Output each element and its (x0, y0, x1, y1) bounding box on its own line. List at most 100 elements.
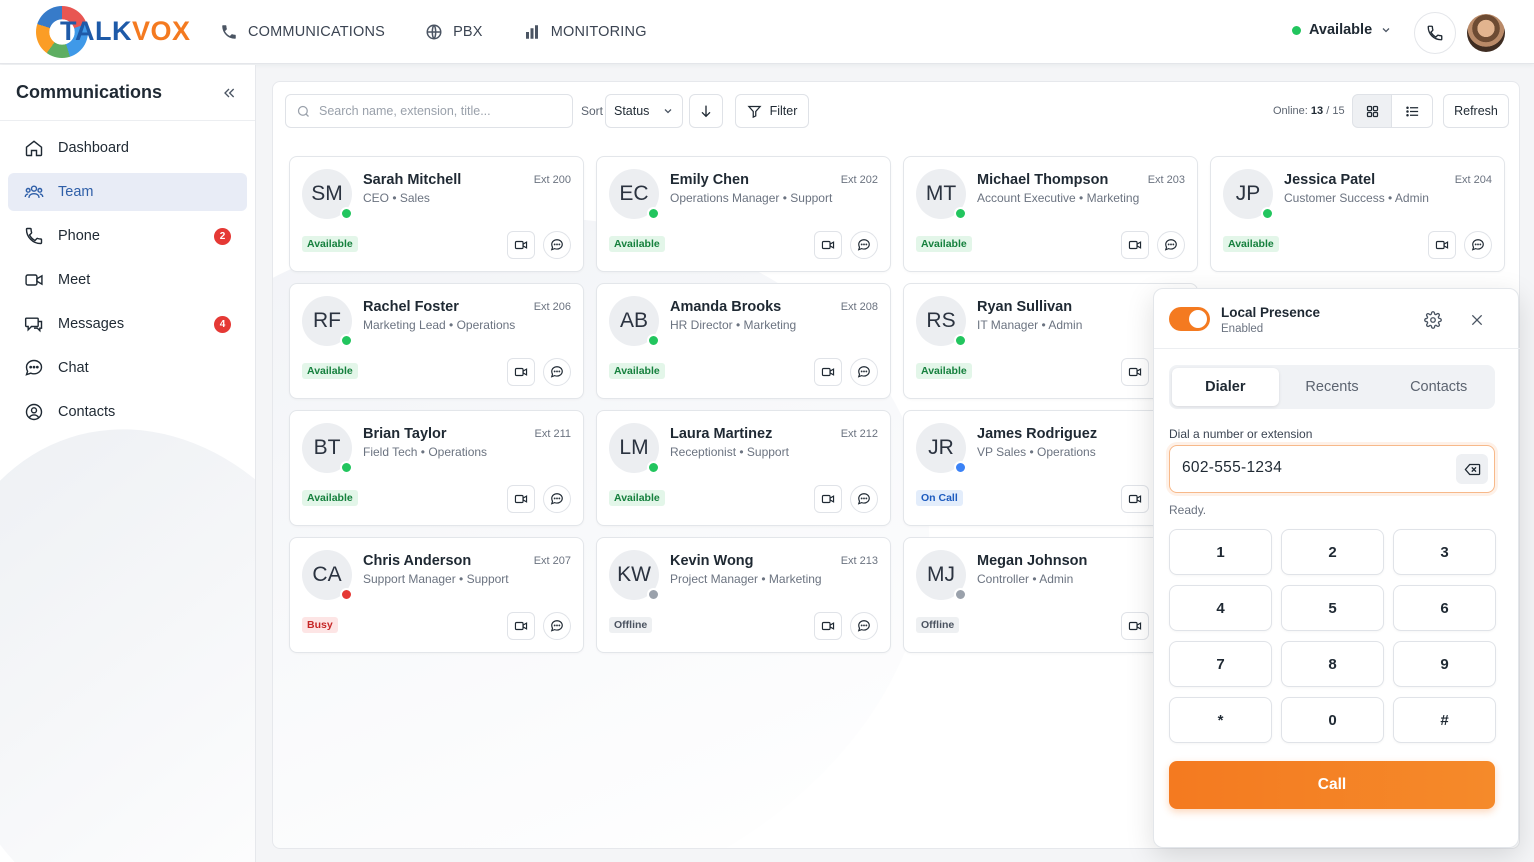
chevron-down-icon (664, 109, 672, 114)
tab-contacts[interactable]: Contacts (1385, 368, 1492, 406)
video-call-button[interactable] (814, 485, 842, 513)
video-call-button[interactable] (1121, 231, 1149, 259)
keypad-key[interactable]: 5 (1281, 585, 1384, 631)
chat-icon (550, 366, 563, 378)
keypad-key[interactable]: 2 (1281, 529, 1384, 575)
chat-button[interactable] (543, 612, 571, 640)
keypad-key[interactable]: 6 (1393, 585, 1496, 631)
chat-button[interactable] (1157, 231, 1185, 259)
status-badge: Available (302, 490, 358, 506)
video-call-button[interactable] (814, 358, 842, 386)
keypad-key[interactable]: # (1393, 697, 1496, 743)
tab-dialer[interactable]: Dialer (1172, 368, 1279, 406)
presence-dot (340, 588, 353, 601)
video-icon (821, 367, 835, 377)
collapse-sidebar-button[interactable] (219, 83, 239, 103)
grid-view-button[interactable] (1352, 94, 1392, 128)
video-icon (514, 621, 528, 631)
status-badge: Busy (302, 617, 338, 633)
video-call-button[interactable] (1428, 231, 1456, 259)
team-member-card[interactable]: EC Emily Chen Operations Manager • Support… (596, 156, 891, 272)
chat-button[interactable] (543, 485, 571, 513)
sidebar-item-contacts[interactable]: Contacts (8, 393, 247, 431)
sidebar-item-messages[interactable]: Messages 4 (8, 305, 247, 343)
dial-number-input[interactable] (1182, 459, 1442, 477)
user-avatar[interactable] (1467, 14, 1505, 52)
member-role: Support Manager • Support (363, 572, 509, 586)
video-call-button[interactable] (1121, 612, 1149, 640)
presence-selector[interactable]: Available (1292, 22, 1392, 38)
video-call-button[interactable] (814, 231, 842, 259)
nav-monitoring[interactable]: MONITORING (523, 23, 647, 41)
list-view-button[interactable] (1391, 94, 1433, 128)
team-member-card[interactable]: LM Laura Martinez Receptionist • Support Ex… (596, 410, 891, 526)
tab-recents[interactable]: Recents (1279, 368, 1386, 406)
member-role: Project Manager • Marketing (670, 572, 822, 586)
dialer-header: Local Presence Enabled (1154, 289, 1520, 349)
keypad-key[interactable]: * (1169, 697, 1272, 743)
chat-button[interactable] (850, 612, 878, 640)
sidebar-item-dashboard[interactable]: Dashboard (8, 129, 247, 167)
team-member-card[interactable]: JP Jessica Patel Customer Success • Admin E… (1210, 156, 1505, 272)
chat-button[interactable] (543, 231, 571, 259)
sort-direction-button[interactable] (689, 94, 723, 128)
chat-button[interactable] (850, 231, 878, 259)
video-call-button[interactable] (1121, 358, 1149, 386)
team-member-card[interactable]: RF Rachel Foster Marketing Lead • Operatio… (289, 283, 584, 399)
sidebar-item-meet[interactable]: Meet (8, 261, 247, 299)
team-member-card[interactable]: SM Sarah Mitchell CEO • Sales Ext 200 Availa… (289, 156, 584, 272)
talkvox-logo[interactable]: TALKVOX (36, 6, 190, 58)
call-button[interactable]: Call (1169, 761, 1495, 809)
video-call-button[interactable] (507, 485, 535, 513)
sidebar-item-phone[interactable]: Phone 2 (8, 217, 247, 255)
chat-icon (857, 366, 870, 378)
video-call-button[interactable] (507, 358, 535, 386)
keypad-key[interactable]: 1 (1169, 529, 1272, 575)
team-member-card[interactable]: BT Brian Taylor Field Tech • Operations Ext… (289, 410, 584, 526)
video-call-button[interactable] (814, 612, 842, 640)
sidebar: Communications Dashboard Team Phone 2 Me… (0, 65, 256, 862)
presence-dot (340, 334, 353, 347)
team-member-card[interactable]: AB Amanda Brooks HR Director • Marketing Ex… (596, 283, 891, 399)
dialer-settings-button[interactable] (1422, 309, 1444, 331)
dialer-tabs: Dialer Recents Contacts (1169, 365, 1495, 409)
phone-icon (222, 25, 236, 39)
presence-dot (647, 334, 660, 347)
local-presence-toggle[interactable] (1169, 307, 1210, 331)
member-extension: Ext 203 (1147, 174, 1185, 186)
chat-button[interactable] (543, 358, 571, 386)
video-icon (1128, 367, 1142, 377)
team-member-card[interactable]: CA Chris Anderson Support Manager • Suppor… (289, 537, 584, 653)
sort-select[interactable]: Status (605, 94, 683, 128)
team-member-card[interactable]: KW Kevin Wong Project Manager • Marketing E… (596, 537, 891, 653)
video-icon (821, 494, 835, 504)
member-name: Michael Thompson (977, 172, 1109, 188)
keypad-key[interactable]: 4 (1169, 585, 1272, 631)
sidebar-item-chat[interactable]: Chat (8, 349, 247, 387)
backspace-button[interactable] (1456, 454, 1488, 484)
video-call-button[interactable] (507, 231, 535, 259)
keypad-key[interactable]: 3 (1393, 529, 1496, 575)
softphone-button[interactable] (1414, 12, 1456, 54)
keypad-key[interactable]: 9 (1393, 641, 1496, 687)
video-call-button[interactable] (1121, 485, 1149, 513)
team-member-card[interactable]: MT Michael Thompson Account Executive • Ma… (903, 156, 1198, 272)
refresh-button[interactable]: Refresh (1443, 94, 1509, 128)
member-name: Rachel Foster (363, 299, 459, 315)
keypad-key[interactable]: 8 (1281, 641, 1384, 687)
chat-icon (550, 239, 563, 251)
chat-icon (25, 359, 43, 376)
chat-button[interactable] (850, 485, 878, 513)
team-toolbar: Sort Status Filter Online: 13 / 15 Refre… (285, 94, 1509, 128)
nav-pbx[interactable]: PBX (425, 23, 483, 41)
chat-button[interactable] (850, 358, 878, 386)
filter-button[interactable]: Filter (735, 94, 809, 128)
keypad-key[interactable]: 7 (1169, 641, 1272, 687)
nav-communications[interactable]: COMMUNICATIONS (220, 23, 385, 41)
keypad-key[interactable]: 0 (1281, 697, 1384, 743)
chat-button[interactable] (1464, 231, 1492, 259)
close-dialer-button[interactable] (1466, 309, 1488, 331)
video-call-button[interactable] (507, 612, 535, 640)
sidebar-item-team[interactable]: Team (8, 173, 247, 211)
search-input[interactable] (319, 104, 559, 118)
